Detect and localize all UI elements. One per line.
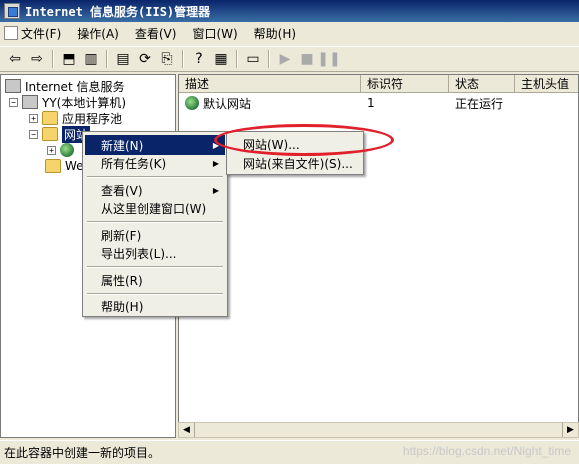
toolbar-separator [236,50,238,68]
menu-separator [87,266,223,268]
collapse-icon[interactable]: − [29,129,38,139]
menu-help[interactable]: 帮助(H) [254,25,296,42]
scroll-left-icon[interactable]: ◀ [179,423,195,437]
menu-action[interactable]: 操作(A) [77,25,119,42]
show-tree-icon[interactable]: ▥ [80,48,102,70]
context-menu: 新建(N) ▶ 所有任务(K) ▶ 查看(V) ▶ 从这里创建窗口(W) 刷新(… [82,131,228,317]
tree-label: YY(本地计算机) [42,95,127,110]
table-cell: 默认网站 [179,95,361,112]
column-header-id[interactable]: 标识符 [361,75,449,93]
folder-icon [42,111,58,125]
annotation-ellipse [214,124,394,156]
forward-arrow-icon[interactable]: ⇨ [26,48,48,70]
menu-item-help[interactable]: 帮助(H) [85,296,225,316]
globe-icon [185,96,199,110]
menu-item-label: 导出列表(L)... [101,246,177,261]
menu-view-label: 查看(V) [134,26,177,41]
menu-help-label: 帮助(H) [253,26,297,41]
menu-item-label: 从这里创建窗口(W) [101,201,207,216]
menu-file-label: 文件(F) [21,26,62,41]
toolbar-separator [268,50,270,68]
menu-item-refresh[interactable]: 刷新(F) [85,225,225,245]
tree-item-app-pools[interactable]: + 应用程序池 [29,110,122,126]
menu-separator [87,221,223,223]
menu-bar: 文件(F) 操作(A) 查看(V) 窗口(W) 帮助(H) [0,22,579,44]
pause-icon[interactable]: ❚❚ [317,48,340,70]
tree-item-websites[interactable]: − 网站 [29,125,91,143]
column-header-host[interactable]: 主机头值 [515,75,578,93]
iis-icon [5,79,21,93]
tree-item-computer[interactable]: − YY(本地计算机) [9,94,126,110]
tree-item-root[interactable]: Internet 信息服务 [5,78,124,94]
up-folder-icon[interactable]: ⬒ [58,48,80,70]
menu-view[interactable]: 查看(V) [135,25,177,42]
globe-icon [60,143,74,157]
menu-window-label: 窗口(W) [192,26,238,41]
status-text: 在此容器中创建一新的项目。 [4,446,161,460]
menu-item-label: 查看(V) [101,183,143,198]
back-arrow-icon[interactable]: ⇦ [4,48,26,70]
site-status: 正在运行 [455,96,504,111]
menu-item-new-window[interactable]: 从这里创建窗口(W) [85,198,225,218]
menu-item-label: 新建(N) [101,138,144,153]
tree-label: Internet 信息服务 [25,79,125,94]
table-row[interactable]: 默认网站 1 正在运行 [179,95,515,111]
menu-action-label: 操作(A) [77,26,119,41]
column-header-status[interactable]: 状态 [449,75,515,93]
properties-icon[interactable]: ▤ [112,48,134,70]
menu-separator [87,176,223,178]
submenu-arrow-icon: ▶ [212,158,219,168]
site-description: 默认网站 [203,96,252,111]
menu-item-all-tasks[interactable]: 所有任务(K) ▶ [85,153,225,173]
folder-icon [42,127,58,141]
expand-icon[interactable]: + [29,113,38,123]
stop-icon[interactable]: ■ [296,48,318,70]
menu-separator [87,293,223,295]
menu-item-new[interactable]: 新建(N) ▶ [85,135,225,155]
tree-item-default-site[interactable]: + [47,142,78,158]
menu-item-website-from-file[interactable]: 网站(来自文件)(S)... [229,153,361,173]
window-title: Internet 信息服务(IIS)管理器 [25,4,211,19]
column-header-description[interactable]: 描述 [179,75,361,93]
console-icon [4,26,18,40]
menu-item-label: 刷新(F) [101,228,142,243]
title-bar: Internet 信息服务(IIS)管理器 [0,0,579,22]
computer-icon[interactable]: ▭ [242,48,264,70]
toolbar-separator [106,50,108,68]
menu-item-export[interactable]: 导出列表(L)... [85,243,225,263]
toolbar-separator [52,50,54,68]
watermark: https://blog.csdn.net/Night_time [402,444,571,458]
play-icon[interactable]: ▶ [274,48,296,70]
menu-item-view[interactable]: 查看(V) ▶ [85,180,225,200]
toolbar-separator [182,50,184,68]
menu-item-label: 所有任务(K) [101,156,167,171]
folder-icon [45,159,61,173]
menu-item-label: 网站(来自文件)(S)... [243,156,353,171]
submenu-arrow-icon: ▶ [212,185,219,195]
tree-label: 应用程序池 [62,111,123,126]
collapse-icon[interactable]: − [9,97,18,107]
menu-window[interactable]: 窗口(W) [192,25,237,42]
help-icon[interactable]: ? [188,48,210,70]
app-icon [4,3,20,19]
console-tree-icon[interactable]: ▦ [210,48,232,70]
expand-icon[interactable]: + [47,145,56,155]
refresh-icon[interactable]: ⟳ [134,48,156,70]
list-header: 描述 标识符 状态 主机头值 [179,75,578,93]
computer-icon [22,95,38,109]
menu-item-label: 帮助(H) [101,299,144,314]
export-icon[interactable]: ⎘ [156,48,178,70]
horizontal-scrollbar[interactable]: ◀ ▶ [178,422,579,438]
scroll-right-icon[interactable]: ▶ [562,423,578,437]
menu-item-label: 属性(R) [101,273,143,288]
menu-item-properties[interactable]: 属性(R) [85,270,225,290]
toolbar: ⇦ ⇨ ⬒ ▥ ▤ ⟳ ⎘ ? ▦ ▭ ▶ ■ ❚❚ [0,46,579,72]
site-id: 1 [367,96,375,110]
menu-file[interactable]: 文件(F) [4,25,61,42]
